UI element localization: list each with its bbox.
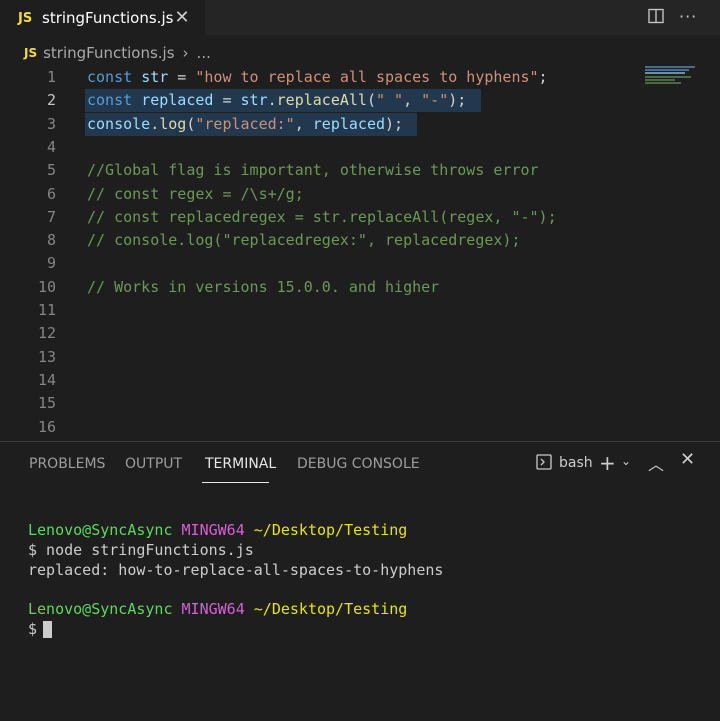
code-text: // const replacedregex = str.replaceAll(… bbox=[87, 208, 557, 226]
line-number: 9 bbox=[46, 254, 56, 272]
code-line[interactable]: 15 bbox=[0, 392, 640, 415]
code-line[interactable]: 9 bbox=[0, 252, 640, 275]
line-number: 16 bbox=[37, 418, 56, 436]
code-line[interactable]: 3 console.log("replaced:", replaced); bbox=[0, 113, 640, 136]
plus-icon[interactable]: + bbox=[599, 451, 616, 475]
code-line[interactable]: 16 bbox=[0, 416, 640, 439]
terminal-output: replaced: how-to-replace-all-spaces-to-h… bbox=[28, 561, 444, 579]
close-icon[interactable]: ✕ bbox=[172, 8, 192, 28]
line-number: 13 bbox=[37, 348, 56, 366]
line-number: 4 bbox=[46, 138, 56, 156]
more-actions-icon[interactable]: ··· bbox=[679, 7, 697, 26]
line-number: 10 bbox=[37, 278, 56, 296]
code-text: //Global flag is important, otherwise th… bbox=[87, 161, 539, 179]
javascript-file-icon: JS bbox=[24, 46, 38, 60]
line-number: 12 bbox=[37, 324, 56, 342]
code-line[interactable]: 2 const replaced = str.replaceAll(" ", "-… bbox=[0, 89, 640, 112]
code-text: // console.log("replacedregex:", replace… bbox=[87, 231, 521, 249]
tab-output[interactable]: OUTPUT bbox=[125, 456, 182, 472]
javascript-file-icon: JS bbox=[18, 10, 33, 26]
code-text: // const regex = /\s+/g; bbox=[87, 185, 304, 203]
terminal-input-line[interactable]: $ bbox=[28, 619, 53, 639]
code-text: console.log("replaced:", replaced); bbox=[87, 115, 404, 133]
code-editor[interactable]: 1 const str = "how to replace all spaces … bbox=[0, 66, 720, 440]
tab-debug-console[interactable]: DEBUG CONSOLE bbox=[297, 456, 420, 472]
tab-stringfunctions[interactable]: JS stringFunctions.js ✕ bbox=[0, 0, 205, 35]
code-line[interactable]: 7 // const replacedregex = str.replaceAll… bbox=[0, 206, 640, 229]
line-number: 5 bbox=[46, 161, 56, 179]
chevron-up-icon[interactable]: ︿ bbox=[648, 451, 664, 475]
tab-label: stringFunctions.js bbox=[42, 9, 174, 27]
chevron-right-icon: › bbox=[182, 44, 189, 62]
terminal-cursor bbox=[43, 621, 53, 638]
line-number: 8 bbox=[46, 231, 56, 249]
code-text: const replaced = str.replaceAll(" ", "-"… bbox=[87, 91, 467, 109]
close-icon[interactable]: ✕ bbox=[680, 449, 695, 470]
terminal-prompt: Lenovo@SyncAsync MINGW64 ~/Desktop/Testi… bbox=[28, 521, 408, 539]
code-line[interactable]: 13 bbox=[0, 346, 640, 369]
editor-tab-bar: JS stringFunctions.js ✕ ··· bbox=[0, 0, 720, 35]
code-line[interactable]: 5 //Global flag is important, otherwise t… bbox=[0, 159, 640, 182]
active-tab-indicator bbox=[202, 482, 269, 483]
minimap[interactable] bbox=[645, 66, 705, 88]
breadcrumb-file[interactable]: stringFunctions.js bbox=[43, 44, 174, 62]
line-number: 2 bbox=[46, 91, 56, 109]
code-line[interactable]: 14 bbox=[0, 369, 640, 392]
code-line[interactable]: 12 bbox=[0, 322, 640, 345]
chevron-down-icon[interactable]: ⌄ bbox=[621, 454, 631, 468]
code-line[interactable]: 4 bbox=[0, 136, 640, 159]
line-number: 14 bbox=[37, 371, 56, 389]
code-line[interactable]: 11 bbox=[0, 299, 640, 322]
code-line[interactable]: 10 // Works in versions 15.0.0. and highe… bbox=[0, 276, 640, 299]
line-number: 7 bbox=[46, 208, 56, 226]
code-line[interactable]: 6 // const regex = /\s+/g; bbox=[0, 183, 640, 206]
line-number: 6 bbox=[46, 185, 56, 203]
line-number: 11 bbox=[37, 301, 56, 319]
code-text: // Works in versions 15.0.0. and higher bbox=[87, 278, 440, 296]
terminal-command: $ node stringFunctions.js bbox=[28, 541, 254, 559]
line-number: 15 bbox=[37, 394, 56, 412]
line-number: 3 bbox=[46, 115, 56, 133]
terminal-icon[interactable] bbox=[536, 454, 552, 470]
split-editor-icon[interactable] bbox=[648, 8, 664, 24]
breadcrumb: JS stringFunctions.js › ... bbox=[0, 42, 211, 64]
shell-selector[interactable]: bash bbox=[559, 455, 593, 471]
line-number: 1 bbox=[46, 68, 56, 86]
tab-terminal[interactable]: TERMINAL bbox=[205, 456, 276, 472]
code-line[interactable]: 8 // console.log("replacedregex:", replac… bbox=[0, 229, 640, 252]
code-line[interactable]: 1 const str = "how to replace all spaces … bbox=[0, 66, 640, 89]
bottom-panel: PROBLEMS OUTPUT TERMINAL DEBUG CONSOLE b… bbox=[0, 441, 720, 721]
breadcrumb-ellipsis[interactable]: ... bbox=[197, 44, 211, 62]
terminal-prompt: Lenovo@SyncAsync MINGW64 ~/Desktop/Testi… bbox=[28, 600, 408, 618]
tab-problems[interactable]: PROBLEMS bbox=[29, 456, 105, 472]
code-text: const str = "how to replace all spaces t… bbox=[87, 68, 548, 86]
